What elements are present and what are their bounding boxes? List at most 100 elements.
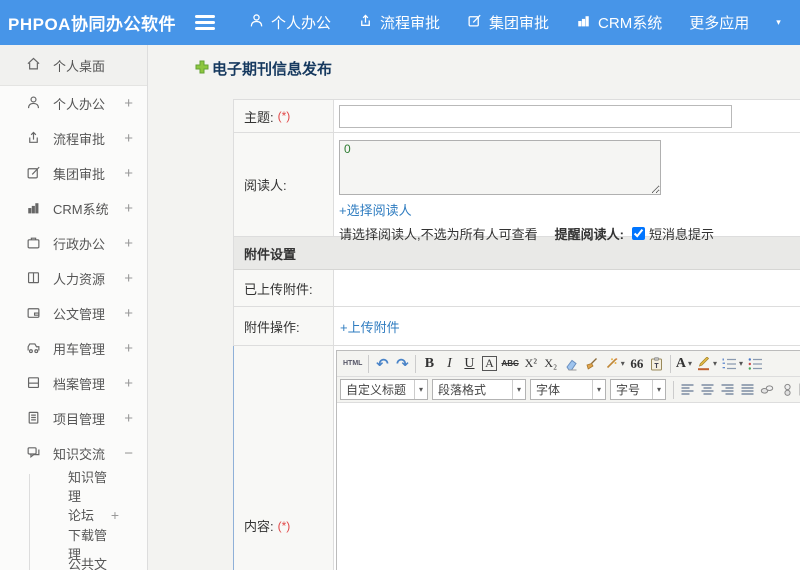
select-readers-link[interactable]: +选择阅读人 (339, 200, 412, 219)
highlight-color-icon[interactable]: ▾ (694, 353, 719, 375)
chat-layers-icon (26, 445, 53, 463)
briefcase-icon (26, 235, 53, 253)
redo-icon[interactable]: ↷ (392, 353, 412, 375)
sidebar-submenu-knowledge: 知识管理 论坛 + 下载管理 公共文件柜 (0, 470, 147, 570)
book-icon (26, 270, 53, 288)
subject-row: 主题: (*) (233, 100, 800, 133)
expand-icon[interactable]: + (124, 305, 133, 322)
nav-workflow-approval[interactable]: 流程审批 (358, 12, 440, 33)
subject-input[interactable] (339, 104, 732, 128)
html-source-button[interactable]: HTML (340, 353, 365, 375)
expand-icon[interactable]: + (124, 95, 133, 112)
subscript-button[interactable]: X₂ (541, 353, 561, 375)
person-icon (26, 95, 53, 113)
sidebar-item-admin-office[interactable]: 行政办公 + (0, 226, 147, 261)
sms-remind-label: 短消息提示 (648, 227, 714, 242)
undo-icon[interactable]: ↶ (372, 353, 392, 375)
sidebar-label: 个人办公 (53, 97, 106, 112)
workflow-icon (26, 130, 53, 148)
sidebar-label: 流程审批 (53, 132, 106, 147)
expand-icon[interactable]: + (124, 340, 133, 357)
sidebar-item-workflow[interactable]: 流程审批 + (0, 121, 147, 156)
align-center-icon[interactable] (697, 379, 717, 401)
page-title: 电子期刊信息发布 (195, 58, 800, 79)
expand-icon[interactable]: + (124, 270, 133, 287)
top-navigation: 个人办公 流程审批 集团审批 CRM系统 更多应用 ▾ (249, 12, 781, 33)
collapse-icon[interactable]: − (124, 445, 133, 462)
bar-chart-icon (26, 200, 53, 218)
font-size-select[interactable]: 字号 ▾ (610, 379, 666, 400)
sidebar-label: CRM系统 (53, 202, 109, 217)
sidebar-item-hr[interactable]: 人力资源 + (0, 261, 147, 296)
caret-down-icon: ▾ (712, 359, 717, 368)
sidebar-item-crm[interactable]: CRM系统 + (0, 191, 147, 226)
publish-form: 主题: (*) 阅读人: 0 +选择阅读人 请选择阅读人,不选为所有人可查看 提… (233, 99, 800, 570)
expand-icon[interactable]: + (111, 507, 119, 523)
caret-down-icon[interactable]: ▾ (776, 18, 781, 27)
sidebar-item-projects[interactable]: 项目管理 + (0, 401, 147, 436)
remove-link-icon[interactable] (777, 379, 797, 401)
heading-select[interactable]: 自定义标题 ▾ (340, 379, 428, 400)
sidebar-item-desktop[interactable]: 个人桌面 (0, 45, 147, 86)
sidebar-label: 知识交流 (53, 447, 106, 462)
home-icon (26, 56, 53, 74)
blockquote-button[interactable]: 66 (627, 353, 647, 375)
expand-icon[interactable]: + (124, 130, 133, 147)
rich-text-editor: HTML ↶ ↷ B I U A ABC X² X₂ ▾ 66 A ▾ ▾ ▾ … (336, 350, 800, 570)
archive-icon (26, 375, 53, 393)
magic-wand-icon[interactable]: ▾ (601, 353, 627, 375)
sidebar-item-personal-office[interactable]: 个人办公 + (0, 86, 147, 121)
readers-textarea[interactable]: 0 (339, 140, 661, 195)
nav-crm[interactable]: CRM系统 (576, 12, 662, 33)
sms-remind-checkbox[interactable] (631, 227, 645, 240)
editor-content-area[interactable] (337, 403, 800, 570)
sidebar-sublabel: 论坛 (68, 508, 95, 523)
person-icon (249, 13, 264, 32)
bullet-list-icon[interactable] (745, 353, 765, 375)
sidebar-subitem-knowledge-mgmt[interactable]: 知识管理 (0, 470, 147, 504)
edit-icon (467, 13, 482, 32)
nav-label: 流程审批 (380, 15, 441, 32)
required-mark: (*) (277, 109, 291, 123)
align-right-icon[interactable] (717, 379, 737, 401)
expand-icon[interactable]: + (124, 235, 133, 252)
expand-icon[interactable]: + (124, 200, 133, 217)
sidebar-item-vehicle[interactable]: 用车管理 + (0, 331, 147, 366)
expand-icon[interactable]: + (124, 375, 133, 392)
caret-down-icon: ▾ (620, 359, 625, 368)
superscript-button[interactable]: X² (521, 353, 541, 375)
paste-clipboard-icon[interactable] (647, 353, 667, 375)
underline-button[interactable]: U (459, 353, 479, 375)
readers-hint: 请选择阅读人,不选为所有人可查看 (339, 227, 538, 242)
expand-icon[interactable]: + (124, 165, 133, 182)
bold-button[interactable]: B (419, 353, 439, 375)
expand-icon[interactable]: + (124, 410, 133, 427)
subject-label: 主题: (*) (234, 100, 334, 132)
upload-attachment-link[interactable]: +上传附件 (340, 317, 400, 336)
nav-personal-office[interactable]: 个人办公 (249, 12, 331, 33)
sidebar-item-group-approval[interactable]: 集团审批 + (0, 156, 147, 191)
readers-row: 阅读人: 0 +选择阅读人 请选择阅读人,不选为所有人可查看 提醒阅读人: 短消… (233, 133, 800, 242)
sidebar-item-documents[interactable]: 公文管理 + (0, 296, 147, 331)
paragraph-format-select[interactable]: 段落格式 ▾ (432, 379, 526, 400)
font-family-select[interactable]: 字体 ▾ (530, 379, 606, 400)
align-left-icon[interactable] (677, 379, 697, 401)
format-brush-icon[interactable] (581, 353, 601, 375)
align-justify-icon[interactable] (737, 379, 757, 401)
sidebar-item-archives[interactable]: 档案管理 + (0, 366, 147, 401)
sidebar-subitem-public-cabinet[interactable]: 公共文件柜 (0, 557, 147, 570)
menu-toggle-icon[interactable] (195, 15, 215, 30)
app-title: PHPOA协同办公软件 (8, 15, 176, 34)
font-color-button[interactable]: A ▾ (674, 353, 694, 375)
nav-more-apps[interactable]: 更多应用 (689, 12, 749, 33)
content-row: 内容: (*) HTML ↶ ↷ B I U A ABC X² X₂ ▾ 66 … (233, 346, 800, 570)
sidebar-label: 用车管理 (53, 342, 106, 357)
insert-link-icon[interactable] (757, 379, 777, 401)
ordered-list-icon[interactable]: ▾ (719, 353, 745, 375)
italic-button[interactable]: I (439, 353, 459, 375)
caret-down-icon: ▾ (511, 380, 525, 399)
strikethrough-button[interactable]: ABC (499, 353, 520, 375)
font-style-button[interactable]: A (482, 356, 497, 371)
nav-group-approval[interactable]: 集团审批 (467, 12, 549, 33)
eraser-icon[interactable] (561, 353, 581, 375)
